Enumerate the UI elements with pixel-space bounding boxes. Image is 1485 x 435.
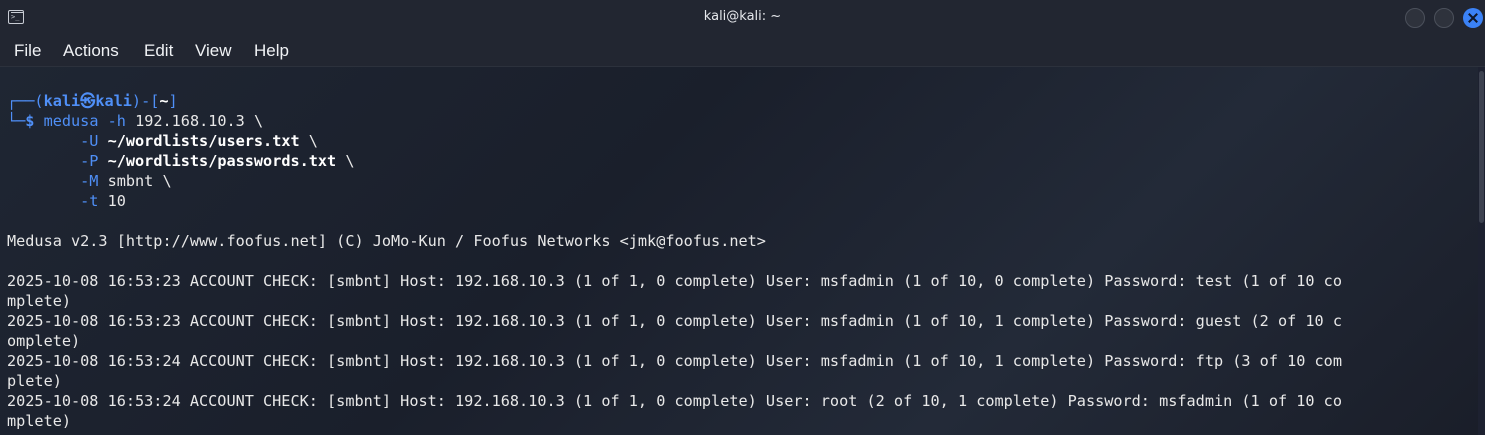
command-line-1: └─$ medusa -h 192.168.10.3 \ <box>7 112 264 130</box>
prompt-header: ┌──(kali㉿kali)-[~] <box>7 92 178 110</box>
output-line: 2025-10-08 16:53:24 ACCOUNT CHECK: [smbn… <box>7 352 1342 370</box>
output-line: mplete) <box>7 292 72 310</box>
output-line: 2025-10-08 16:53:24 ACCOUNT CHECK: [smbn… <box>7 392 1342 410</box>
title-bar: >_ kali@kali: ~ <box>0 0 1485 36</box>
window-title: kali@kali: ~ <box>703 9 782 24</box>
menu-help[interactable]: Help <box>254 41 289 61</box>
output-banner: Medusa v2.3 [http://www.foofus.net] (C) … <box>7 232 766 250</box>
terminal-output[interactable]: ┌──(kali㉿kali)-[~] └─$ medusa -h 192.168… <box>0 67 1478 435</box>
command-line-5: -t 10 <box>80 192 126 210</box>
menu-view[interactable]: View <box>195 41 232 61</box>
menu-bar: File Actions Edit View Help <box>0 36 1485 67</box>
minimize-button[interactable] <box>1405 8 1425 28</box>
close-button[interactable] <box>1463 8 1483 28</box>
command-line-4: -M smbnt \ <box>80 172 172 190</box>
menu-actions[interactable]: Actions <box>63 41 119 61</box>
output-line: mplete) <box>7 412 72 430</box>
command-line-2: -U ~/wordlists/users.txt \ <box>80 132 318 150</box>
command-line-3: -P ~/wordlists/passwords.txt \ <box>80 152 355 170</box>
output-line: 2025-10-08 16:53:23 ACCOUNT CHECK: [smbn… <box>7 272 1342 290</box>
output-line: 2025-10-08 16:53:23 ACCOUNT CHECK: [smbn… <box>7 312 1342 330</box>
maximize-button[interactable] <box>1434 8 1454 28</box>
scrollbar-thumb[interactable] <box>1479 71 1484 223</box>
menu-edit[interactable]: Edit <box>144 41 173 61</box>
menu-file[interactable]: File <box>14 41 41 61</box>
output-line: omplete) <box>7 332 81 350</box>
output-line: plete) <box>7 372 62 390</box>
vertical-scrollbar[interactable] <box>1478 67 1485 435</box>
